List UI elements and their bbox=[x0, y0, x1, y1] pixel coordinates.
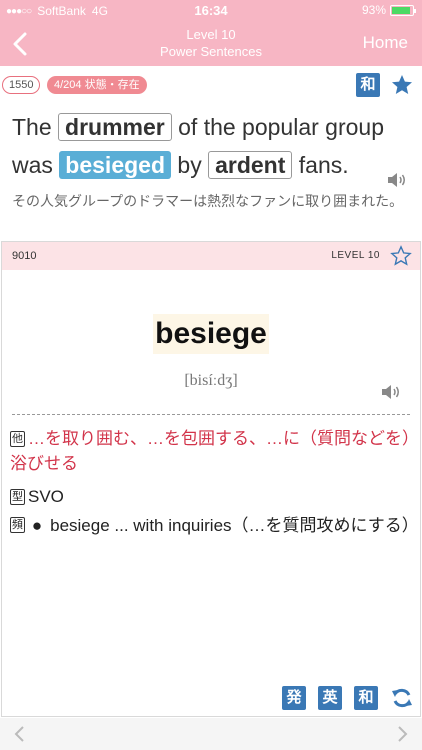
card-header: 9010 LEVEL 10 bbox=[2, 242, 420, 270]
sentence-meta: 1550 4/204 状態・存在 和 bbox=[0, 73, 422, 97]
sentence-text: of the popular group bbox=[178, 114, 385, 140]
nav-title-level: Level 10 bbox=[186, 27, 236, 42]
keyword-drummer[interactable]: drummer bbox=[58, 113, 172, 141]
nav-bar: Level 10 Power Sentences Home bbox=[0, 22, 422, 66]
status-bar: ●●●○○ SoftBank 4G 16:34 93% bbox=[0, 0, 422, 22]
sentence-translation: その人気グループのドラマーは熱烈なファンに取り囲まれた。 bbox=[12, 193, 404, 209]
pronunciation-button[interactable]: 発 bbox=[282, 686, 306, 710]
battery-icon bbox=[390, 4, 416, 16]
word-speaker-icon[interactable] bbox=[380, 382, 402, 402]
refresh-icon[interactable] bbox=[390, 686, 414, 710]
sentence-text: was bbox=[12, 152, 53, 178]
pattern-row: 型 SVO bbox=[10, 484, 414, 509]
status-time: 16:34 bbox=[194, 3, 228, 18]
headword-text: besiege bbox=[153, 314, 269, 354]
pattern-text: SVO bbox=[28, 487, 64, 506]
sentence-text: The bbox=[12, 114, 52, 140]
home-button[interactable]: Home bbox=[363, 33, 408, 53]
example-row: 頻 ● besiege ... with inquiries（…を質問攻めにする… bbox=[10, 513, 419, 538]
sentence-speaker-icon[interactable] bbox=[386, 170, 408, 190]
definition-text: …を取り囲む、…を包囲する、…に（質問などを）浴びせる bbox=[10, 429, 411, 473]
bullet: ● bbox=[31, 516, 43, 535]
divider bbox=[12, 414, 410, 415]
word-number: 9010 bbox=[12, 250, 37, 262]
japanese-button[interactable]: 和 bbox=[354, 686, 378, 710]
english-button[interactable]: 英 bbox=[318, 686, 342, 710]
word-favorite-star-icon[interactable] bbox=[390, 245, 412, 267]
battery-percent: 93% bbox=[361, 3, 386, 17]
japanese-toggle-button[interactable]: 和 bbox=[356, 73, 380, 97]
previous-chevron-icon[interactable] bbox=[10, 724, 30, 744]
pronunciation: [bisíːdʒ] bbox=[184, 372, 238, 389]
example-text: besiege ... with inquiries（…を質問攻めにする） bbox=[50, 516, 419, 535]
keyword-ardent[interactable]: ardent bbox=[208, 151, 293, 179]
word-card: 9010 LEVEL 10 besiege [bisíːdʒ] 他 …を取り囲む、… bbox=[1, 241, 421, 717]
next-chevron-icon[interactable] bbox=[392, 724, 412, 744]
nav-title-section: Power Sentences bbox=[160, 44, 262, 59]
example-sentence: The drummer of the popular group was bes… bbox=[12, 108, 416, 184]
sentence-text: by bbox=[177, 152, 202, 178]
example-badge: 頻 bbox=[10, 517, 25, 533]
page-title: Level 10 Power Sentences bbox=[0, 26, 422, 60]
sentence-number-badge: 1550 bbox=[2, 76, 41, 94]
word-level: LEVEL 10 bbox=[331, 250, 380, 261]
definition-row: 他 …を取り囲む、…を包囲する、…に（質問などを）浴びせる bbox=[10, 426, 414, 476]
category-badge: 4/204 状態・存在 bbox=[47, 76, 147, 94]
favorite-star-icon[interactable] bbox=[390, 73, 414, 97]
pattern-badge: 型 bbox=[10, 489, 25, 505]
headword: besiege bbox=[2, 314, 420, 354]
keyword-besieged-highlighted[interactable]: besieged bbox=[59, 151, 172, 179]
bottom-navigation bbox=[0, 718, 422, 750]
card-toolbar: 発 英 和 bbox=[282, 686, 414, 710]
sentence-text: fans. bbox=[298, 152, 349, 178]
pos-badge: 他 bbox=[10, 431, 25, 447]
